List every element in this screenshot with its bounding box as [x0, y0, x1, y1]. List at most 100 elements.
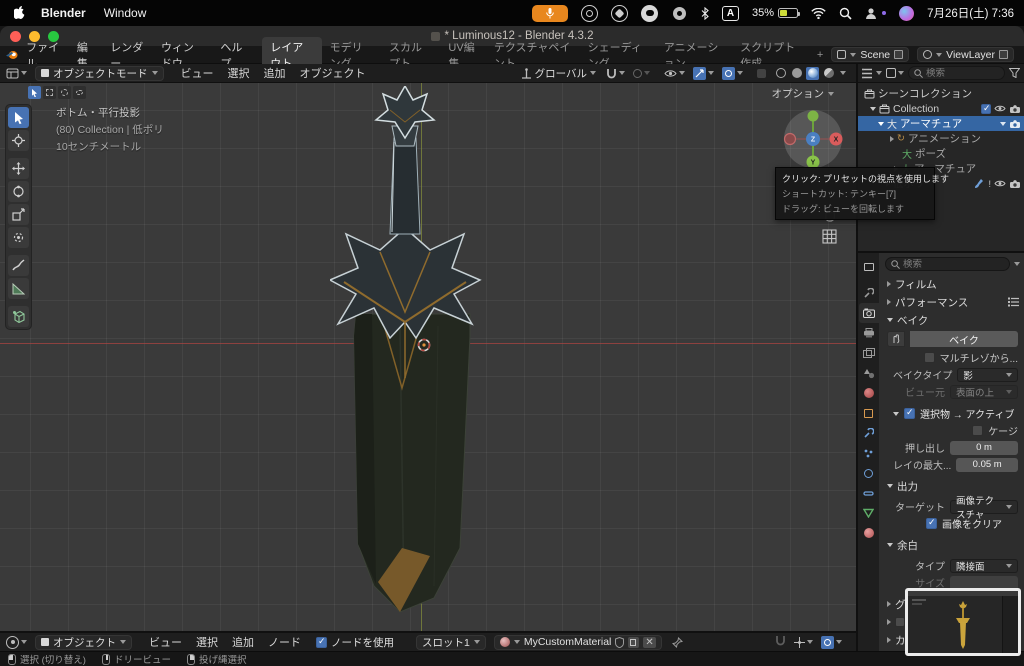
shader-overlays-dropdown[interactable] [821, 635, 842, 649]
shader-menu-add[interactable]: 追加 [225, 634, 261, 650]
panel-output[interactable]: 出力 [879, 477, 1024, 495]
battery-indicator[interactable]: 35% [752, 7, 801, 19]
tool-move[interactable] [8, 158, 29, 179]
outliner-row-scene-collection[interactable]: シーンコレクション [858, 86, 1024, 101]
material-selector[interactable]: MyCustomMaterial ✕ [493, 634, 662, 650]
new-viewlayer-icon[interactable] [998, 50, 1008, 59]
vp-menu-add[interactable]: 追加 [257, 65, 293, 81]
outliner-display-dropdown[interactable] [886, 68, 904, 78]
new-scene-icon[interactable] [894, 50, 904, 59]
shader-type-dropdown[interactable]: オブジェクト [35, 634, 132, 650]
clear-image-checkbox[interactable] [926, 517, 937, 529]
bake-button[interactable]: ベイク [910, 331, 1018, 347]
unlink-material-icon[interactable]: ✕ [643, 636, 656, 648]
options-dropdown[interactable]: オプション [772, 86, 834, 101]
gizmos-toggle-dropdown[interactable] [693, 66, 714, 80]
sel-to-active-expand[interactable] [893, 411, 899, 416]
workspace-tab-add[interactable]: + [809, 47, 831, 63]
tab-viewlayer[interactable] [859, 343, 879, 363]
bluetooth-icon[interactable] [701, 6, 709, 20]
vp-menu-view[interactable]: ビュー [174, 65, 221, 81]
obs-menu-icon[interactable] [581, 4, 599, 22]
wifi-icon[interactable] [811, 7, 826, 19]
tool-annotate[interactable] [8, 255, 29, 276]
panel-margin[interactable]: 余白 [879, 536, 1024, 554]
collection-camera-icon[interactable] [1009, 104, 1021, 114]
siri-icon[interactable] [899, 5, 915, 21]
outliner-editor-dropdown[interactable] [862, 68, 882, 79]
viewlayer-selector[interactable]: ViewLayer [917, 47, 1014, 62]
tool-rotate[interactable] [8, 181, 29, 202]
line-menu-icon[interactable] [641, 4, 659, 22]
shading-rendered-button[interactable] [822, 67, 835, 80]
tool-transform[interactable] [8, 227, 29, 248]
tab-data[interactable] [859, 503, 879, 523]
macos-app-menu[interactable]: Blender [41, 6, 86, 20]
select-circle-mode-button[interactable] [58, 86, 71, 99]
armature-camera-icon[interactable] [1009, 119, 1021, 129]
collection-eye-icon[interactable] [994, 104, 1006, 113]
snap-dropdown[interactable] [606, 68, 625, 79]
multires-checkbox[interactable] [923, 352, 935, 363]
shading-solid-button[interactable] [790, 67, 803, 80]
shader-menu-view[interactable]: ビュー [142, 634, 189, 650]
scene-selector[interactable]: Scene [831, 47, 910, 62]
macos-clock[interactable]: 7月26日(土) 7:36 [927, 5, 1014, 21]
filter-funnel-icon[interactable] [1009, 68, 1020, 78]
tab-output[interactable] [859, 323, 879, 343]
properties-options-dropdown[interactable] [1014, 262, 1020, 266]
outliner-row-collection[interactable]: Collection [858, 101, 1024, 116]
tool-cursor[interactable] [8, 130, 29, 151]
max-ray-field[interactable]: 0.05 m [956, 457, 1018, 472]
collection-checkbox[interactable] [981, 103, 991, 114]
outliner-search[interactable] [908, 66, 1005, 80]
tab-tool[interactable] [859, 283, 879, 303]
blender-logo-icon[interactable] [6, 49, 18, 61]
mic-status-button[interactable] [532, 4, 569, 22]
apple-logo-icon[interactable] [14, 5, 27, 21]
pin-icon[interactable] [671, 636, 683, 648]
overlays-toggle-dropdown[interactable] [722, 66, 743, 80]
vp-menu-object[interactable]: オブジェクト [293, 65, 373, 81]
app-menu-icon[interactable] [611, 4, 629, 22]
shader-menu-node[interactable]: ノード [261, 634, 308, 650]
vp-menu-select[interactable]: 選択 [221, 65, 257, 81]
freestyle-checkbox[interactable] [895, 617, 905, 627]
slot-dropdown[interactable]: スロット1 [416, 634, 486, 650]
editor-type-dropdown[interactable] [6, 68, 27, 79]
spotlight-search-icon[interactable] [839, 7, 852, 20]
new-material-icon[interactable] [628, 636, 640, 648]
selected-to-active-checkbox[interactable] [904, 407, 915, 419]
xray-toggle[interactable] [755, 67, 768, 80]
tool-scale[interactable] [8, 204, 29, 225]
tweak-mode-button[interactable] [28, 86, 41, 99]
tool-measure[interactable] [8, 278, 29, 299]
lowpoly-camera-icon[interactable] [1009, 179, 1021, 189]
margin-type-dropdown[interactable]: 隣接面 [950, 558, 1018, 573]
panel-film[interactable]: フィルム [879, 275, 1024, 293]
mode-dropdown[interactable]: オブジェクトモード [35, 65, 164, 81]
tab-particles[interactable] [859, 443, 879, 463]
shader-magnet-icon[interactable] [775, 633, 786, 651]
target-dropdown[interactable]: 画像テクスチャ [950, 496, 1018, 521]
select-lasso-mode-button[interactable] [73, 86, 86, 99]
tab-material[interactable] [859, 523, 879, 543]
input-source-indicator[interactable]: A [722, 5, 740, 21]
proportional-edit-dropdown[interactable] [633, 68, 650, 78]
screen-share-preview[interactable] [905, 588, 1021, 656]
properties-search[interactable] [885, 257, 1010, 271]
properties-editor-dropdown[interactable] [859, 257, 879, 277]
preset-icon[interactable] [1008, 297, 1020, 307]
viewport-3d[interactable]: ボトム・平行投影 (80) Collection | 低ポリ 10センチメートル… [0, 83, 856, 631]
tab-constraints[interactable] [859, 483, 879, 503]
shading-wireframe-button[interactable] [774, 67, 787, 80]
tab-render[interactable] [858, 303, 879, 323]
tab-object[interactable] [859, 403, 879, 423]
bake-type-dropdown[interactable]: 影 [957, 367, 1018, 382]
shader-snap-dropdown[interactable] [794, 636, 813, 648]
fake-user-shield-icon[interactable] [615, 636, 625, 648]
lowpoly-eye-icon[interactable] [994, 179, 1006, 188]
outliner-search-input[interactable] [926, 67, 988, 79]
visibility-dropdown[interactable] [664, 69, 685, 78]
panel-performance[interactable]: パフォーマンス [879, 293, 1024, 311]
